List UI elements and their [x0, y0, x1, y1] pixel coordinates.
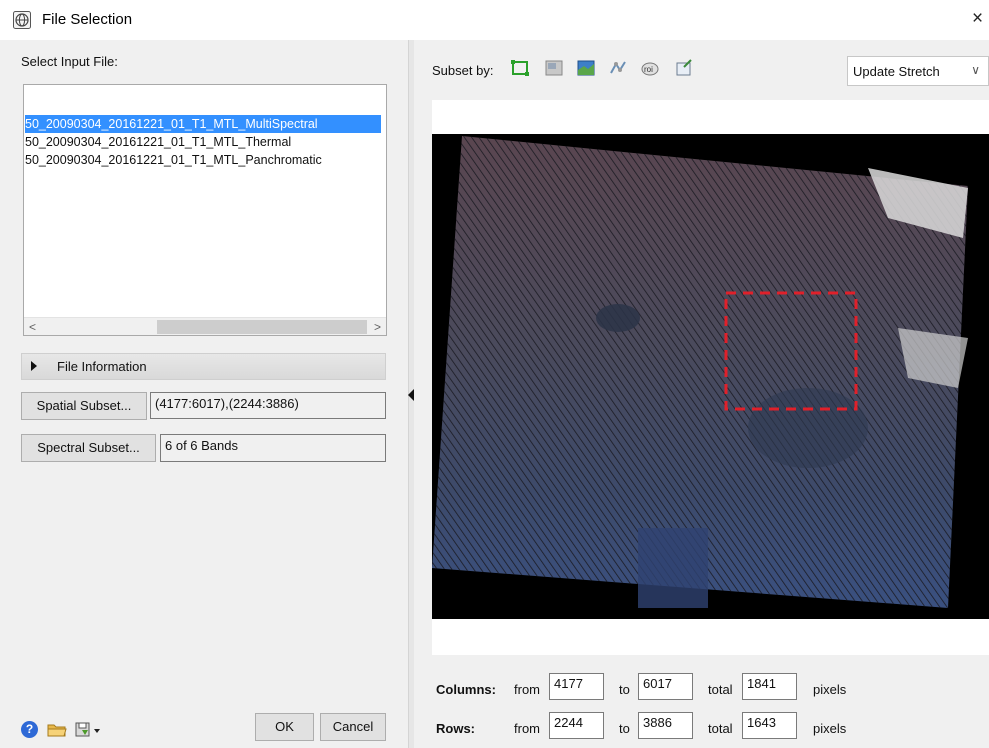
close-button[interactable]: × — [972, 8, 989, 30]
preview-canvas — [432, 134, 989, 619]
scroll-thumb[interactable] — [157, 320, 367, 334]
rows-from-label: from — [514, 721, 540, 736]
save-options-icon[interactable] — [74, 720, 102, 739]
scroll-left-arrow-icon[interactable]: < — [24, 319, 41, 335]
file-items: 50_20090304_20161221_01_T1_MTL_MultiSpec… — [25, 115, 381, 169]
columns-total-field: 1841 — [742, 673, 797, 700]
spectral-subset-field: 6 of 6 Bands — [160, 434, 386, 462]
file-item-thermal[interactable]: 50_20090304_20161221_01_T1_MTL_Thermal — [25, 133, 381, 151]
update-stretch-value: Update Stretch — [853, 64, 940, 79]
map-subset-icon[interactable] — [576, 58, 596, 78]
update-stretch-select[interactable]: Update Stretch ∨ — [847, 56, 989, 86]
file-information-toggle[interactable]: File Information — [21, 353, 386, 380]
rows-total-label: total — [708, 721, 733, 736]
rows-to-field[interactable]: 3886 — [638, 712, 693, 739]
file-subset-icon[interactable] — [674, 58, 694, 78]
scroll-right-arrow-icon[interactable]: > — [369, 319, 386, 335]
subset-by-label: Subset by: — [432, 63, 494, 78]
expand-arrow-icon — [31, 361, 37, 371]
ok-button[interactable]: OK — [255, 713, 314, 741]
rows-from-field[interactable]: 2244 — [549, 712, 604, 739]
image-subset-icon[interactable] — [544, 58, 564, 78]
roi-subset-icon[interactable]: roi — [640, 58, 660, 78]
columns-pixels-label: pixels — [813, 682, 847, 697]
file-item-multispectral[interactable]: 50_20090304_20161221_01_T1_MTL_MultiSpec… — [25, 115, 381, 133]
spectral-subset-button[interactable]: Spectral Subset... — [21, 434, 156, 462]
help-icon[interactable]: ? — [21, 721, 38, 738]
satellite-scene — [432, 136, 968, 608]
open-folder-icon[interactable] — [47, 721, 67, 738]
select-input-file-label: Select Input File: — [21, 54, 118, 69]
rows-to-label: to — [619, 721, 630, 736]
horizontal-scrollbar[interactable]: < > — [24, 317, 386, 335]
subset-dimensions: Columns: from 4177 to 6017 total 1841 pi… — [416, 670, 989, 748]
columns-total-label: total — [708, 682, 733, 697]
rows-total-field: 1643 — [742, 712, 797, 739]
vector-subset-icon[interactable] — [608, 58, 628, 78]
columns-to-field[interactable]: 6017 — [638, 673, 693, 700]
image-preview[interactable] — [432, 100, 989, 655]
chevron-down-icon: ∨ — [971, 63, 980, 77]
svg-text:roi: roi — [644, 65, 653, 74]
right-pane: Subset by: roi Update Stretch ∨ Columns:… — [416, 40, 989, 748]
columns-from-label: from — [514, 682, 540, 697]
rows-label: Rows: — [436, 721, 475, 736]
rectangle-subset-icon[interactable] — [510, 58, 530, 78]
file-item-panchromatic[interactable]: 50_20090304_20161221_01_T1_MTL_Panchroma… — [25, 151, 381, 169]
columns-from-field[interactable]: 4177 — [549, 673, 604, 700]
file-information-label: File Information — [57, 359, 147, 374]
left-pane: Select Input File: 50_20090304_20161221_… — [0, 40, 404, 748]
input-file-list[interactable]: 50_20090304_20161221_01_T1_MTL_MultiSpec… — [23, 84, 387, 336]
cancel-button[interactable]: Cancel — [320, 713, 386, 741]
title-bar: File Selection × — [0, 0, 989, 40]
columns-to-label: to — [619, 682, 630, 697]
globe-icon — [13, 11, 31, 29]
spatial-subset-field: (4177:6017),(2244:3886) — [150, 392, 386, 419]
window-title: File Selection — [42, 11, 133, 28]
spatial-subset-button[interactable]: Spatial Subset... — [21, 392, 147, 420]
rows-pixels-label: pixels — [813, 721, 847, 736]
collapse-arrow-icon[interactable] — [408, 389, 414, 401]
columns-label: Columns: — [436, 682, 496, 697]
